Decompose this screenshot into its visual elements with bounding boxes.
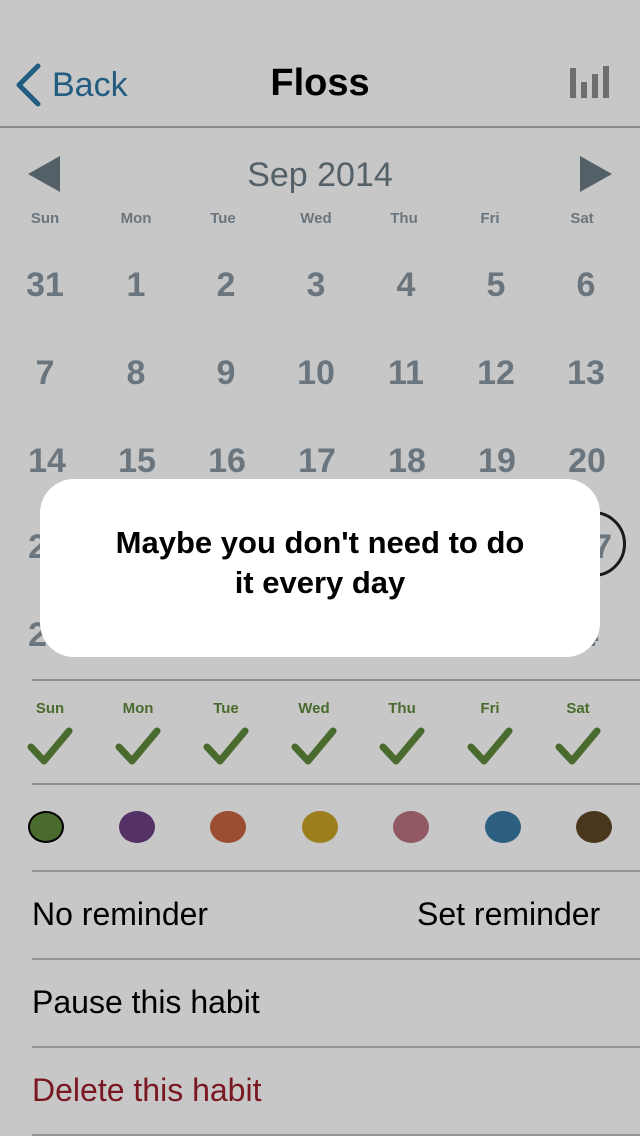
toast-line: Maybe you don't need to do: [115, 525, 525, 560]
habit-detail-screen: Back Floss Sep 2014 Sun Mon Tue Wed Thu …: [0, 0, 640, 1136]
toast-message: Maybe you don't need to do it every day: [40, 479, 600, 657]
toast-text: Maybe you don't need to do it every day: [80, 523, 560, 603]
toast-line: it every day: [234, 565, 406, 600]
